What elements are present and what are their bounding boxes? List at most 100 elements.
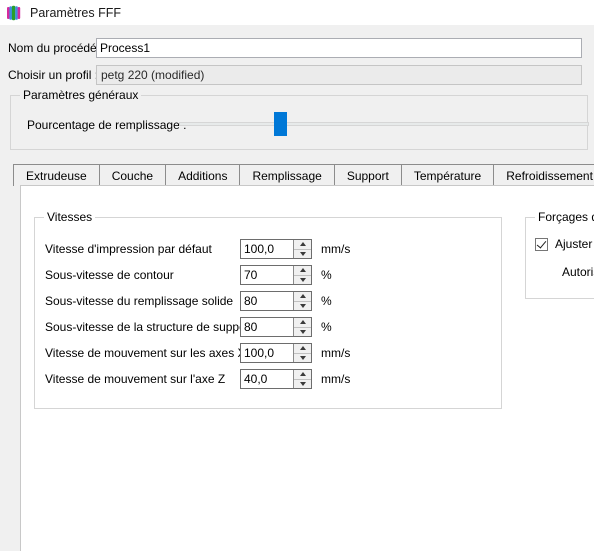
spinner-buttons <box>293 240 311 258</box>
adjust-speed-label: Ajuster la vit <box>555 237 594 251</box>
fff-settings-window: Paramètres FFF Nom du procédé : Process1… <box>0 0 594 551</box>
allow-speed-sub-label: Autoriser d <box>562 265 594 279</box>
speed-label: Sous-vitesse de la structure de support <box>45 320 254 334</box>
spinner-decrement-button[interactable] <box>294 380 311 389</box>
general-parameters-title: Paramètres généraux <box>20 89 142 102</box>
tab-label: Additions <box>178 168 228 183</box>
slider-thumb[interactable] <box>274 112 287 136</box>
caret-down-icon <box>299 303 306 308</box>
settings-tabbar: Extrudeuse Couche Additions Remplissage … <box>13 163 594 186</box>
speed-unit: mm/s <box>321 372 351 386</box>
spinner-increment-button[interactable] <box>294 266 311 276</box>
tab-content-pane: Vitesses Vitesse d'impression par défaut… <box>20 185 594 551</box>
title-bar: Paramètres FFF <box>0 0 594 25</box>
process-name-label: Nom du procédé : <box>8 41 104 55</box>
spinner-increment-button[interactable] <box>294 240 311 250</box>
spinner-increment-button[interactable] <box>294 292 311 302</box>
tab-additions[interactable]: Additions <box>165 164 241 186</box>
support-underspeed-spinner[interactable]: 80 <box>240 317 312 337</box>
spinner-buttons <box>293 344 311 362</box>
spinner-decrement-button[interactable] <box>294 250 311 259</box>
caret-up-icon <box>299 268 306 273</box>
spinner-value[interactable]: 100,0 <box>241 344 293 362</box>
speeds-group-title: Vitesses <box>44 211 96 224</box>
spinner-decrement-button[interactable] <box>294 302 311 311</box>
caret-up-icon <box>299 320 306 325</box>
speed-overrides-title: Forçages de vite <box>535 211 594 224</box>
caret-up-icon <box>299 242 306 247</box>
caret-down-icon <box>299 329 306 334</box>
window-title: Paramètres FFF <box>30 5 121 20</box>
spinner-value[interactable]: 80 <box>241 292 293 310</box>
spinner-value[interactable]: 70 <box>241 266 293 284</box>
adjust-speed-checkbox[interactable] <box>535 237 548 251</box>
spinner-decrement-button[interactable] <box>294 354 311 363</box>
speed-overrides-group: Forçages de vite Ajuster la vit Autorise… <box>525 211 594 299</box>
speed-label: Vitesse de mouvement sur les axes X/Y <box>45 346 257 360</box>
spinner-increment-button[interactable] <box>294 344 311 354</box>
speed-row-support-underspeed: Sous-vitesse de la structure de support … <box>35 316 501 338</box>
speed-label: Sous-vitesse de contour <box>45 268 174 282</box>
speed-unit: % <box>321 294 332 308</box>
infill-percentage-label: Pourcentage de remplissage : <box>27 118 187 132</box>
default-print-speed-spinner[interactable]: 100,0 <box>240 239 312 259</box>
spinner-increment-button[interactable] <box>294 370 311 380</box>
slider-track <box>179 122 589 126</box>
outline-underspeed-spinner[interactable]: 70 <box>240 265 312 285</box>
speed-row-default-print: Vitesse d'impression par défaut 100,0 mm… <box>35 238 501 260</box>
tab-label: Refroidissement <box>506 168 593 183</box>
infill-percentage-slider[interactable] <box>179 112 589 136</box>
spinner-value[interactable]: 100,0 <box>241 240 293 258</box>
tab-support[interactable]: Support <box>333 164 402 186</box>
caret-up-icon <box>299 294 306 299</box>
spinner-decrement-button[interactable] <box>294 328 311 337</box>
tab-couche[interactable]: Couche <box>98 164 167 186</box>
fff-settings-icon <box>7 5 21 20</box>
tab-label: Couche <box>111 168 154 183</box>
speeds-group: Vitesses Vitesse d'impression par défaut… <box>34 211 502 409</box>
speed-label: Vitesse de mouvement sur l'axe Z <box>45 372 226 386</box>
tab-label: Extrudeuse <box>26 168 87 183</box>
profile-select[interactable]: petg 220 (modified) <box>96 65 582 85</box>
caret-down-icon <box>299 251 306 256</box>
spinner-value[interactable]: 80 <box>241 318 293 336</box>
speed-unit: mm/s <box>321 242 351 256</box>
tab-extrudeuse[interactable]: Extrudeuse <box>13 164 100 186</box>
tab-label: Support <box>346 168 389 183</box>
speed-row-outline-underspeed: Sous-vitesse de contour 70 % <box>35 264 501 286</box>
spinner-buttons <box>293 266 311 284</box>
profile-label: Choisir un profil : <box>8 68 99 82</box>
caret-down-icon <box>299 277 306 282</box>
caret-up-icon <box>299 346 306 351</box>
process-name-input[interactable]: Process1 <box>96 38 582 58</box>
z-movement-speed-spinner[interactable]: 40,0 <box>240 369 312 389</box>
tab-label: Remplissage <box>252 168 322 183</box>
spinner-buttons <box>293 370 311 388</box>
speed-label: Sous-vitesse du remplissage solide <box>45 294 234 308</box>
spinner-buttons <box>293 292 311 310</box>
speed-label: Vitesse d'impression par défaut <box>45 242 212 256</box>
spinner-increment-button[interactable] <box>294 318 311 328</box>
spinner-value[interactable]: 40,0 <box>241 370 293 388</box>
tab-remplissage[interactable]: Remplissage <box>239 164 335 186</box>
caret-up-icon <box>299 372 306 377</box>
tab-refroidissement[interactable]: Refroidissement <box>493 164 594 186</box>
speed-row-xy-movement: Vitesse de mouvement sur les axes X/Y 10… <box>35 342 501 364</box>
speed-row-solid-infill-underspeed: Sous-vitesse du remplissage solide 80 % <box>35 290 501 312</box>
adjust-speed-checkbox-row[interactable]: Ajuster la vit <box>535 237 594 251</box>
general-parameters-group: Paramètres généraux Pourcentage de rempl… <box>10 89 589 150</box>
solid-infill-underspeed-spinner[interactable]: 80 <box>240 291 312 311</box>
caret-down-icon <box>299 355 306 360</box>
tab-temperature[interactable]: Température <box>400 164 495 186</box>
profile-row: Choisir un profil : petg 220 (modified) <box>0 65 594 85</box>
spinner-buttons <box>293 318 311 336</box>
speed-unit: % <box>321 320 332 334</box>
client-area: Nom du procédé : Process1 Choisir un pro… <box>0 25 594 551</box>
speed-row-z-movement: Vitesse de mouvement sur l'axe Z 40,0 mm… <box>35 368 501 390</box>
xy-movement-speed-spinner[interactable]: 100,0 <box>240 343 312 363</box>
speed-unit: % <box>321 268 332 282</box>
process-name-row: Nom du procédé : Process1 <box>0 38 594 58</box>
spinner-decrement-button[interactable] <box>294 276 311 285</box>
speed-unit: mm/s <box>321 346 351 360</box>
tab-label: Température <box>413 168 482 183</box>
